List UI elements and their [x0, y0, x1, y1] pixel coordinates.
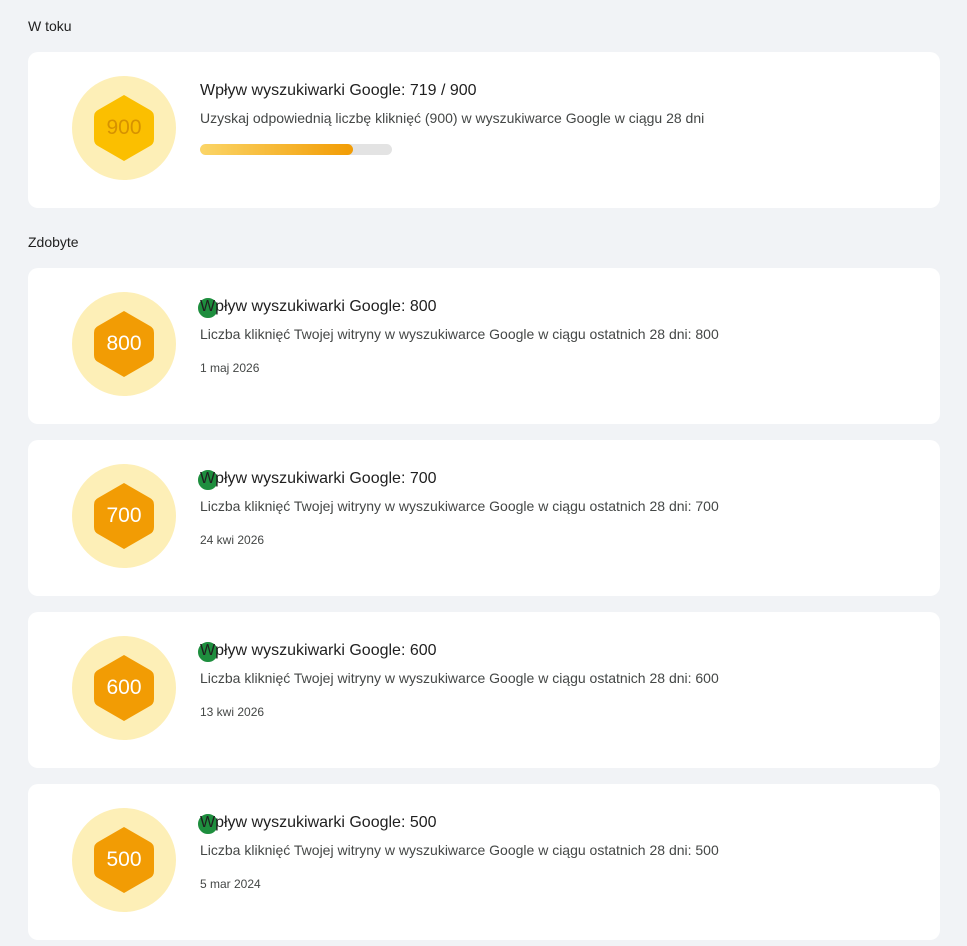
achievement-description: Liczba kliknięć Twojej witryny w wyszuki…	[200, 842, 719, 858]
achievement-badge: 700	[72, 464, 229, 568]
achievement-title: Wpływ wyszukiwarki Google: 800	[200, 298, 437, 315]
achievement-badge: 500	[72, 808, 229, 912]
progress-bar-fill	[200, 144, 354, 155]
achievement-date: 5 mar 2024	[200, 877, 261, 891]
achievement-card-earned[interactable]: 600 Wpływ wyszukiwarki Google: 600 Liczb…	[28, 612, 940, 768]
achievement-date: 13 kwi 2026	[200, 705, 265, 719]
progress-bar	[200, 144, 392, 155]
achievement-badge: 900	[72, 76, 176, 180]
badge-number: 900	[106, 116, 142, 139]
achievement-description: Liczba kliknięć Twojej witryny w wyszuki…	[200, 326, 719, 342]
achievement-title: Wpływ wyszukiwarki Google: 700	[200, 470, 437, 487]
badge-number: 500	[106, 848, 142, 871]
achievement-date: 24 kwi 2026	[200, 533, 265, 547]
achievement-date: 1 maj 2026	[200, 361, 260, 375]
section-title-in-progress: W toku	[28, 18, 72, 34]
achievement-badge: 600	[72, 636, 229, 740]
achievement-description: Liczba kliknięć Twojej witryny w wyszuki…	[200, 498, 719, 514]
achievement-card-earned[interactable]: 800 Wpływ wyszukiwarki Google: 800 Liczb…	[28, 268, 940, 424]
achievement-title: Wpływ wyszukiwarki Google: 500	[200, 814, 437, 831]
achievement-title: Wpływ wyszukiwarki Google: 600	[200, 642, 437, 659]
achievement-card-earned[interactable]: 500 Wpływ wyszukiwarki Google: 500 Liczb…	[28, 784, 940, 940]
badge-number: 600	[106, 676, 142, 699]
badge-number: 800	[106, 332, 142, 355]
achievement-card-in-progress[interactable]: 900 Wpływ wyszukiwarki Google: 719 / 900…	[28, 52, 940, 208]
achievement-card-earned[interactable]: 700 Wpływ wyszukiwarki Google: 700 Liczb…	[28, 440, 940, 596]
achievement-title: Wpływ wyszukiwarki Google: 719 / 900	[200, 82, 477, 99]
achievement-badge: 800	[72, 292, 229, 396]
achievement-description: Uzyskaj odpowiednią liczbę kliknięć (900…	[200, 110, 705, 126]
section-title-earned: Zdobyte	[28, 234, 79, 250]
achievement-description: Liczba kliknięć Twojej witryny w wyszuki…	[200, 670, 719, 686]
badge-number: 700	[106, 504, 142, 527]
